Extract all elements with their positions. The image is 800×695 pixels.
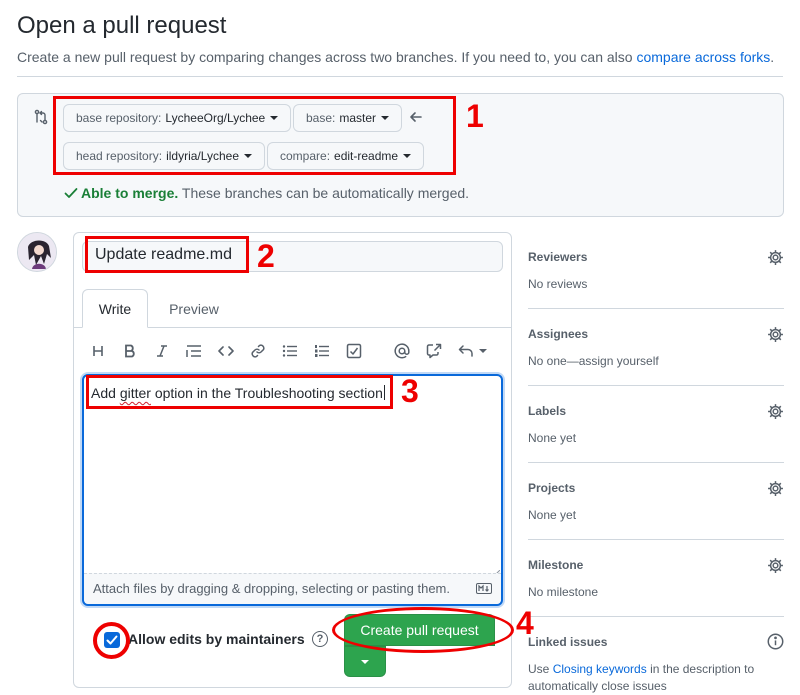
linked-issues-value: Use Closing keywords in the description … <box>528 661 784 695</box>
info-icon[interactable] <box>767 633 784 650</box>
annotation-box-2 <box>85 236 249 273</box>
tab-write[interactable]: Write <box>82 289 148 328</box>
annotation-ellipse-4 <box>332 607 514 653</box>
projects-value: None yet <box>528 508 577 522</box>
sidebar-divider <box>528 385 784 386</box>
linked-issues-line2: automatically close issues <box>528 679 667 693</box>
annotation-number-2: 2 <box>257 238 275 274</box>
cross-reference-icon[interactable] <box>423 341 445 361</box>
linked-issues-heading: Linked issues <box>528 635 608 649</box>
sidebar-divider <box>528 539 784 540</box>
numbered-list-icon[interactable] <box>311 341 333 361</box>
create-pull-request-dropdown[interactable] <box>344 646 386 677</box>
assignees-value: No one—assign yourself <box>528 354 659 368</box>
italic-icon[interactable] <box>151 341 173 361</box>
annotation-box-1 <box>53 96 456 175</box>
code-icon[interactable] <box>215 341 237 361</box>
tasklist-icon[interactable] <box>343 341 365 361</box>
annotation-number-3: 3 <box>401 373 419 409</box>
tab-preview[interactable]: Preview <box>158 289 230 328</box>
sidebar-projects: Projects None yet <box>528 481 784 522</box>
annotation-number-1: 1 <box>466 98 484 134</box>
caret-down-icon <box>361 659 369 664</box>
allow-edits-label[interactable]: Allow edits by maintainers <box>128 631 305 647</box>
subtitle-text: Create a new pull request by comparing c… <box>17 49 637 65</box>
sidebar-reviewers: Reviewers No reviews <box>528 250 784 291</box>
gear-icon[interactable] <box>767 557 784 574</box>
sidebar-assignees: Assignees No one—assign yourself <box>528 327 784 368</box>
linked-issues-prefix: Use <box>528 662 553 676</box>
question-icon[interactable]: ? <box>312 631 328 647</box>
header-divider <box>17 76 783 77</box>
page-title: Open a pull request <box>17 12 227 39</box>
annotation-box-3 <box>86 375 393 409</box>
heading-icon[interactable] <box>87 341 109 361</box>
annotation-circle-checkbox <box>93 622 130 659</box>
quote-icon[interactable] <box>183 341 205 361</box>
sidebar-milestone: Milestone No milestone <box>528 558 784 599</box>
gear-icon[interactable] <box>767 480 784 497</box>
sidebar-divider <box>528 308 784 309</box>
markdown-icon[interactable] <box>476 583 492 594</box>
caret-down-icon <box>478 349 487 353</box>
bold-icon[interactable] <box>119 341 141 361</box>
sidebar-labels: Labels None yet <box>528 404 784 445</box>
page-subtitle: Create a new pull request by comparing c… <box>17 49 774 65</box>
gear-icon[interactable] <box>767 403 784 420</box>
labels-heading: Labels <box>528 404 567 418</box>
closing-keywords-link[interactable]: Closing keywords <box>553 662 647 676</box>
git-compare-icon <box>33 109 49 130</box>
gear-icon[interactable] <box>767 326 784 343</box>
linked-issues-suffix: in the description to <box>646 662 755 676</box>
merge-status: Able to merge. These branches can be aut… <box>64 185 469 201</box>
sidebar-divider <box>528 462 784 463</box>
attach-files-hint: Attach files by dragging & dropping, sel… <box>93 581 450 596</box>
sidebar-linked-issues: Linked issues Use Closing keywords in th… <box>528 635 784 695</box>
projects-heading: Projects <box>528 481 576 495</box>
compare-across-forks-link[interactable]: compare across forks <box>636 49 770 65</box>
annotation-number-4: 4 <box>516 605 534 641</box>
merge-ok-text: Able to merge. <box>81 185 179 201</box>
merge-detail-text: These branches can be automatically merg… <box>181 185 470 201</box>
gear-icon[interactable] <box>767 249 784 266</box>
bulleted-list-icon[interactable] <box>279 341 301 361</box>
assignees-heading: Assignees <box>528 327 589 341</box>
subtitle-period: . <box>770 49 775 65</box>
milestone-heading: Milestone <box>528 558 584 572</box>
sidebar-divider <box>528 616 784 617</box>
reply-icon[interactable] <box>455 341 489 361</box>
avatar[interactable] <box>17 232 57 272</box>
reviewers-value: No reviews <box>528 277 588 291</box>
labels-value: None yet <box>528 431 577 445</box>
check-icon <box>64 188 78 198</box>
reviewers-heading: Reviewers <box>528 250 588 264</box>
link-icon[interactable] <box>247 341 269 361</box>
milestone-value: No milestone <box>528 585 599 599</box>
mention-icon[interactable] <box>391 341 413 361</box>
